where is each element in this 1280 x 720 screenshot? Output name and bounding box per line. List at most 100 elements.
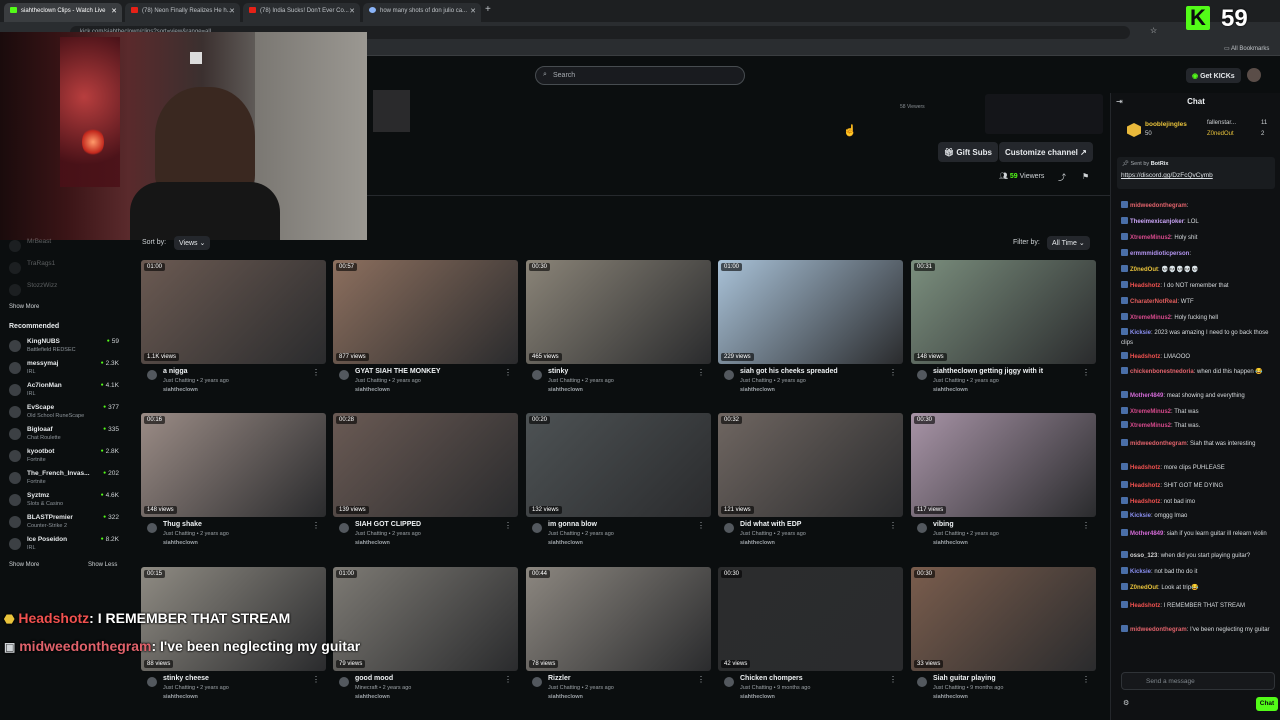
- avatar[interactable]: [724, 523, 734, 533]
- customize-channel-button[interactable]: Customize channel ↗: [999, 142, 1093, 162]
- report-icon[interactable]: ⚑: [1082, 172, 1089, 181]
- sidebar-channel[interactable]: EvScape Old School RuneScape 377: [9, 404, 123, 426]
- pinned-link[interactable]: https://discord.gg/DzFcQvCymb: [1121, 172, 1213, 179]
- more-options-icon[interactable]: ⋮: [889, 675, 897, 684]
- sidebar-channel[interactable]: Bigloaaf Chat Roulette 335: [9, 426, 123, 448]
- clip-category[interactable]: Just Chatting: [740, 685, 772, 691]
- avatar[interactable]: [724, 370, 734, 380]
- clip-thumbnail[interactable]: 01:00 1.1K views: [141, 260, 326, 364]
- clip-thumbnail[interactable]: 00:57 877 views: [333, 260, 518, 364]
- clip-thumbnail[interactable]: 00:30 117 views: [911, 413, 1096, 517]
- search-input[interactable]: ⌕ Search: [535, 66, 745, 85]
- clip-card[interactable]: 01:00 1.1K views a nigga Just Chatting • 2 …: [141, 260, 326, 400]
- close-tab-icon[interactable]: ✕: [111, 7, 117, 15]
- chat-username[interactable]: Theeimexicanjoker: [1130, 219, 1184, 225]
- avatar[interactable]: [532, 523, 542, 533]
- chat-username[interactable]: midweedonthegram: [1130, 203, 1187, 209]
- clip-thumbnail[interactable]: 00:28 139 views: [333, 413, 518, 517]
- sidebar-followed-channel[interactable]: StozzWizz: [9, 282, 123, 304]
- more-options-icon[interactable]: ⋮: [889, 368, 897, 377]
- clip-category[interactable]: Just Chatting: [933, 685, 965, 691]
- clip-title[interactable]: a nigga: [163, 368, 188, 375]
- sort-dropdown[interactable]: Views ⌄: [174, 236, 211, 250]
- clip-category[interactable]: Minecraft: [355, 685, 378, 691]
- browser-tab[interactable]: (78) Neon Finally Realizes He h... ✕: [125, 3, 240, 22]
- clip-category[interactable]: Just Chatting: [548, 378, 580, 384]
- clip-thumbnail[interactable]: 00:32 121 views: [718, 413, 903, 517]
- avatar[interactable]: [147, 370, 157, 380]
- close-tab-icon[interactable]: ✕: [229, 7, 235, 15]
- clip-title[interactable]: GYAT SIAH THE MONKEY: [355, 368, 441, 375]
- show-more-link[interactable]: Show More: [9, 304, 39, 310]
- avatar[interactable]: [339, 370, 349, 380]
- clip-card[interactable]: 00:30 117 views vibing Just Chatting • 2 ye…: [911, 413, 1096, 553]
- clip-thumbnail[interactable]: 00:20 132 views: [526, 413, 711, 517]
- clip-card[interactable]: 00:30 465 views stinky Just Chatting • 2 ye…: [526, 260, 711, 400]
- clip-thumbnail[interactable]: 01:00 229 views: [718, 260, 903, 364]
- avatar[interactable]: [724, 677, 734, 687]
- clip-thumbnail[interactable]: 00:30 465 views: [526, 260, 711, 364]
- clip-title[interactable]: Chicken chompers: [740, 675, 803, 682]
- sidebar-channel[interactable]: Syztmz Slots & Casino 4.6K: [9, 492, 123, 514]
- sidebar-followed-channel[interactable]: TraRags1: [9, 260, 123, 282]
- sidebar-channel[interactable]: The_French_Invas... Fortnite 202: [9, 470, 123, 492]
- avatar[interactable]: [147, 523, 157, 533]
- close-tab-icon[interactable]: ✕: [470, 7, 476, 15]
- get-kicks-button[interactable]: ◉ Get KICKs: [1186, 68, 1241, 83]
- sidebar-channel[interactable]: Ice Poseidon IRL 8.2K: [9, 536, 123, 558]
- sidebar-channel[interactable]: Ac7ionMan IRL 4.1K: [9, 382, 123, 404]
- more-options-icon[interactable]: ⋮: [1082, 675, 1090, 684]
- clip-title[interactable]: Thug shake: [163, 521, 202, 528]
- user-avatar[interactable]: [1247, 68, 1261, 82]
- clip-category[interactable]: Just Chatting: [740, 378, 772, 384]
- clip-title[interactable]: Rizzler: [548, 675, 571, 682]
- chat-username[interactable]: Headshotz: [1130, 603, 1160, 609]
- more-options-icon[interactable]: ⋮: [1082, 368, 1090, 377]
- chat-username[interactable]: Kicksie: [1130, 513, 1151, 519]
- more-options-icon[interactable]: ⋮: [889, 521, 897, 530]
- clip-channel[interactable]: siahtheclown: [163, 387, 198, 393]
- chat-username[interactable]: Mother4849: [1130, 531, 1163, 537]
- clip-thumbnail[interactable]: 00:31 148 views: [911, 260, 1096, 364]
- chat-username[interactable]: Headshotz: [1130, 354, 1160, 360]
- close-tab-icon[interactable]: ✕: [349, 7, 355, 15]
- clip-channel[interactable]: siahtheclown: [740, 694, 775, 700]
- avatar[interactable]: [339, 677, 349, 687]
- sidebar-followed-channel[interactable]: MrBeast: [9, 238, 123, 260]
- sidebar-channel[interactable]: KingNUBS Battlefield REDSEC 59: [9, 338, 123, 360]
- more-options-icon[interactable]: ⋮: [1082, 521, 1090, 530]
- more-options-icon[interactable]: ⋮: [504, 521, 512, 530]
- clip-channel[interactable]: siahtheclown: [355, 540, 390, 546]
- clip-thumbnail[interactable]: 01:00 79 views: [333, 567, 518, 671]
- chat-username[interactable]: osso_123: [1130, 553, 1157, 559]
- chat-username[interactable]: Headshotz: [1130, 283, 1160, 289]
- clip-category[interactable]: Just Chatting: [163, 378, 195, 384]
- avatar[interactable]: [532, 677, 542, 687]
- chat-username[interactable]: CharaterNotReal: [1130, 299, 1177, 305]
- clip-card[interactable]: 00:44 78 views Rizzler Just Chatting • 2 ye…: [526, 567, 711, 707]
- show-more-link[interactable]: Show More: [9, 562, 39, 568]
- clip-title[interactable]: good mood: [355, 675, 393, 682]
- clip-title[interactable]: stinky: [548, 368, 568, 375]
- clip-category[interactable]: Just Chatting: [933, 531, 965, 537]
- clip-channel[interactable]: siahtheclown: [355, 387, 390, 393]
- avatar[interactable]: [339, 523, 349, 533]
- clip-channel[interactable]: siahtheclown: [740, 387, 775, 393]
- clip-title[interactable]: im gonna blow: [548, 521, 597, 528]
- clip-card[interactable]: 00:57 877 views GYAT SIAH THE MONKEY Just C…: [333, 260, 518, 400]
- clip-card[interactable]: 00:32 121 views Did what with EDP Just Chat…: [718, 413, 903, 553]
- more-options-icon[interactable]: ⋮: [504, 368, 512, 377]
- all-bookmarks-link[interactable]: ▭ All Bookmarks: [1224, 45, 1269, 52]
- gift-subs-button[interactable]: 🎁︎ Gift Subs: [938, 142, 998, 162]
- sidebar-channel[interactable]: messymaj IRL 2.3K: [9, 360, 123, 382]
- clip-thumbnail[interactable]: 00:30 33 views: [911, 567, 1096, 671]
- chat-username[interactable]: chickenbonestnedoria: [1130, 369, 1194, 375]
- more-options-icon[interactable]: ⋮: [504, 675, 512, 684]
- browser-tab[interactable]: how many shots of don julio ca... ✕: [363, 3, 481, 22]
- send-chat-button[interactable]: Chat: [1256, 697, 1278, 711]
- share-icon[interactable]: ⤴: [1058, 172, 1066, 183]
- clip-title[interactable]: Did what with EDP: [740, 521, 801, 528]
- chat-username[interactable]: Kicksie: [1130, 330, 1151, 336]
- more-options-icon[interactable]: ⋮: [697, 521, 705, 530]
- chat-username[interactable]: Headshotz: [1130, 499, 1160, 505]
